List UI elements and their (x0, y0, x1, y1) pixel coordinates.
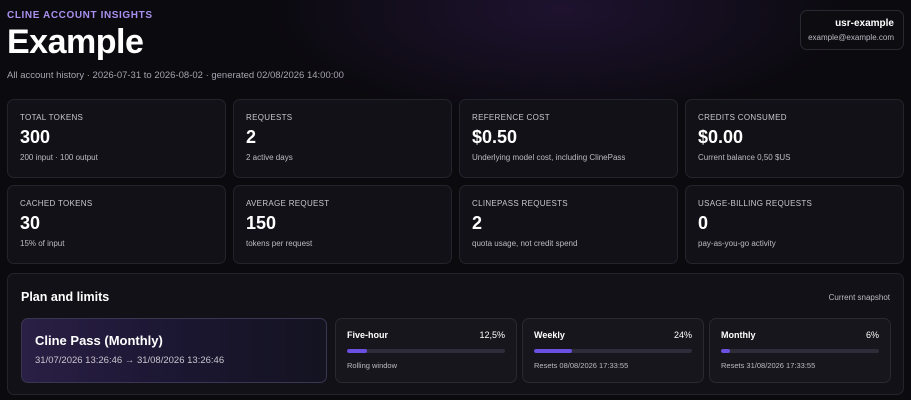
metric-sub: tokens per request (246, 239, 313, 248)
metric-sub: 15% of input (20, 239, 65, 248)
metric-sub: 200 input · 100 output (20, 153, 98, 162)
plan-and-limits-panel: Plan and limits Current snapshot Cline P… (7, 273, 904, 395)
metric-value: 150 (246, 213, 277, 233)
limit-name: Monthly (721, 330, 756, 340)
limit-note: Resets 31/08/2026 17:33:55 (721, 361, 816, 370)
user-email: example@example.com (808, 33, 894, 42)
metric-card-average-request: AVERAGE REQUEST 150 tokens per request (233, 185, 452, 264)
metric-sub: Underlying model cost, including ClinePa… (472, 153, 626, 162)
limit-progress-fill (347, 349, 367, 353)
page-subtitle: All account history · 2026-07-31 to 2026… (7, 70, 344, 81)
metric-value: 300 (20, 127, 51, 147)
metric-label: USAGE-BILLING REQUESTS (698, 199, 813, 208)
metric-card-cached-tokens: CACHED TOKENS 30 15% of input (7, 185, 226, 264)
metric-value: $0.00 (698, 127, 744, 147)
page-title: Example (7, 23, 144, 61)
brand-label: CLINE ACCOUNT INSIGHTS (7, 10, 153, 21)
metric-value: 30 (20, 213, 41, 233)
metric-label: CACHED TOKENS (20, 199, 93, 208)
metric-card-total-tokens: TOTAL TOKENS 300 200 input · 100 output (7, 99, 226, 178)
limit-name: Weekly (534, 330, 565, 340)
limit-name: Five-hour (347, 330, 389, 340)
limit-progress-bar (347, 349, 505, 353)
limit-percent: 12,5% (479, 330, 505, 340)
metric-value: 2 (246, 127, 257, 147)
limit-card-five-hour: Five-hour 12,5% Rolling window (335, 318, 517, 383)
metric-sub: Current balance 0,50 $US (698, 153, 791, 162)
metric-label: AVERAGE REQUEST (246, 199, 330, 208)
metric-card-reference-cost: REFERENCE COST $0.50 Underlying model co… (459, 99, 678, 178)
limit-progress-bar (534, 349, 692, 353)
limit-card-monthly: Monthly 6% Resets 31/08/2026 17:33:55 (709, 318, 891, 383)
user-badge[interactable]: usr-example example@example.com (800, 10, 904, 50)
limit-percent: 24% (673, 330, 692, 340)
limit-note: Resets 08/08/2026 17:33:55 (534, 361, 629, 370)
limit-percent: 6% (865, 330, 879, 340)
metric-value: $0.50 (472, 127, 518, 147)
plan-card: Cline Pass (Monthly) 31/07/2026 13:26:46… (21, 318, 327, 383)
metric-label: CREDITS CONSUMED (698, 113, 787, 122)
limit-card-weekly: Weekly 24% Resets 08/08/2026 17:33:55 (522, 318, 704, 383)
plan-period: 31/07/2026 13:26:46 → 31/08/2026 13:26:4… (35, 355, 225, 366)
limit-progress-fill (534, 349, 572, 353)
metric-label: REFERENCE COST (472, 113, 550, 122)
metric-card-usage-billing-requests: USAGE-BILLING REQUESTS 0 pay-as-you-go a… (685, 185, 904, 264)
limit-progress-bar (721, 349, 879, 353)
metrics-grid: TOTAL TOKENS 300 200 input · 100 output … (7, 99, 904, 264)
metric-label: TOTAL TOKENS (20, 113, 84, 122)
metric-sub: 2 active days (246, 153, 293, 162)
metric-card-requests: REQUESTS 2 2 active days (233, 99, 452, 178)
plan-name: Cline Pass (Monthly) (35, 333, 163, 348)
metric-sub: pay-as-you-go activity (698, 239, 776, 248)
metric-sub: quota usage, not credit spend (472, 239, 578, 248)
page-header: CLINE ACCOUNT INSIGHTS Example All accou… (7, 10, 344, 81)
snapshot-label: Current snapshot (828, 293, 890, 302)
limit-note: Rolling window (347, 361, 398, 370)
plan-section-title: Plan and limits (21, 290, 110, 304)
metric-card-credits-consumed: CREDITS CONSUMED $0.00 Current balance 0… (685, 99, 904, 178)
limit-progress-fill (721, 349, 731, 353)
metric-label: CLINEPASS REQUESTS (472, 199, 568, 208)
metric-label: REQUESTS (246, 113, 293, 122)
metric-card-clinepass-requests: CLINEPASS REQUESTS 2 quota usage, not cr… (459, 185, 678, 264)
user-id: usr-example (835, 18, 894, 29)
metric-value: 0 (698, 213, 709, 233)
metric-value: 2 (472, 213, 483, 233)
